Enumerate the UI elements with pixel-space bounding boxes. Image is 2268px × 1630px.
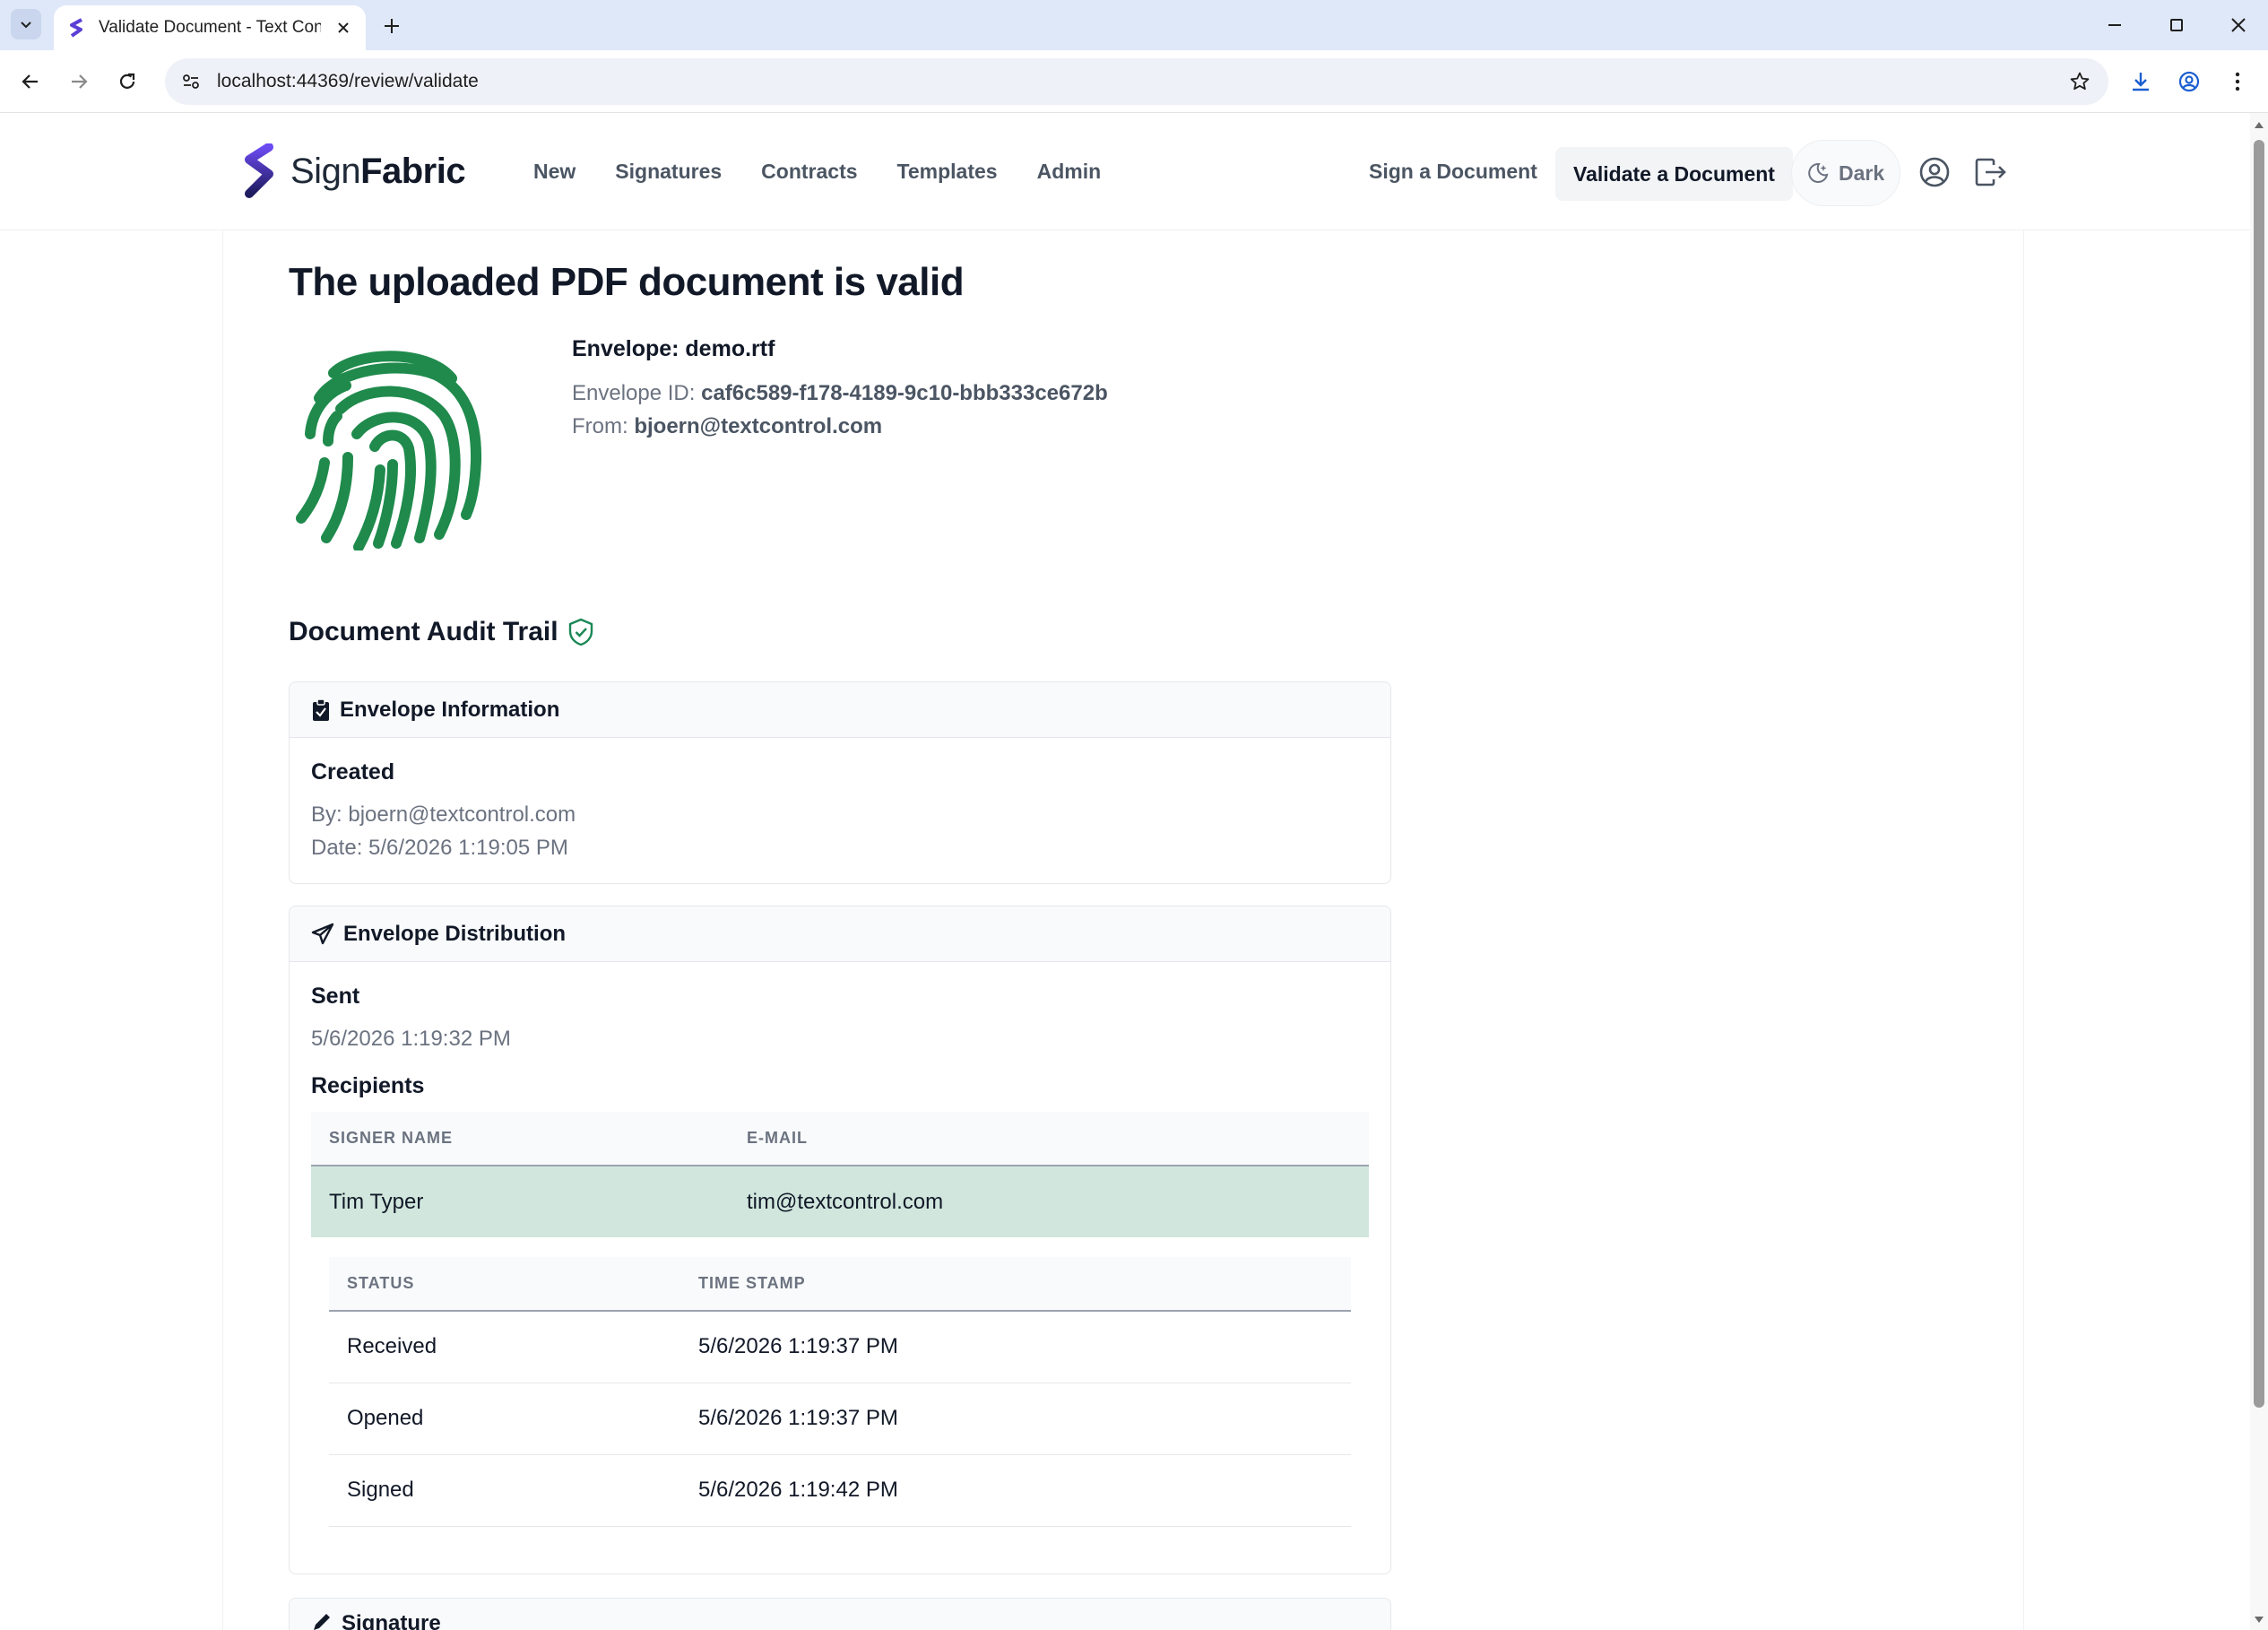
recipient-status-wrapper: Status Time Stamp Received 5/6/2026 1:19… — [311, 1237, 1369, 1527]
user-account-icon[interactable] — [1915, 152, 1954, 192]
signature-card: Signature — [289, 1598, 1391, 1630]
column-header-signer-name: Signer Name — [311, 1112, 729, 1166]
created-by: By: bjoern@textcontrol.com — [311, 802, 576, 827]
status-time: 5/6/2026 1:19:37 PM — [680, 1311, 1351, 1383]
brand-logo[interactable]: SignFabric — [242, 143, 466, 199]
tab-close-icon[interactable] — [333, 18, 353, 38]
envelope-distribution-card: Envelope Distribution Sent 5/6/2026 1:19… — [289, 906, 1391, 1574]
profile-icon[interactable] — [2173, 65, 2205, 98]
scroll-down-arrow-icon[interactable] — [2253, 1614, 2265, 1626]
fingerprint-icon — [296, 351, 482, 551]
audit-trail-heading: Document Audit Trail — [289, 617, 594, 647]
table-row: Opened 5/6/2026 1:19:37 PM — [329, 1383, 1351, 1455]
tab-search-button[interactable] — [11, 9, 41, 39]
recipients-heading: Recipients — [311, 1073, 425, 1098]
clipboard-check-icon — [313, 698, 329, 721]
envelope-from: bjoern@textcontrol.com — [634, 414, 883, 438]
table-row: Tim Typer tim@textcontrol.com — [311, 1166, 1369, 1237]
page-title: The uploaded PDF document is valid — [289, 260, 965, 304]
minimize-window-icon[interactable] — [2092, 7, 2137, 43]
nav-item-signatures[interactable]: Signatures — [615, 160, 722, 184]
close-window-icon[interactable] — [2216, 7, 2261, 43]
logout-icon[interactable] — [1971, 152, 2011, 192]
scroll-up-arrow-icon[interactable] — [2253, 118, 2265, 131]
brand-name: SignFabric — [290, 151, 466, 191]
envelope-distribution-header: Envelope Distribution — [290, 906, 1390, 962]
page-scrollbar[interactable] — [2250, 113, 2268, 1630]
nav-item-new[interactable]: New — [533, 160, 576, 184]
browser-tab-active[interactable]: Validate Document - Text Control — [54, 5, 366, 50]
bookmark-star-icon[interactable] — [2064, 65, 2096, 98]
column-header-email: E-Mail — [729, 1112, 1369, 1166]
status-time: 5/6/2026 1:19:42 PM — [680, 1454, 1351, 1527]
url-text: localhost:44369/review/validate — [217, 71, 479, 91]
new-tab-plus-icon[interactable] — [377, 11, 407, 41]
tab-title: Validate Document - Text Control — [99, 18, 321, 37]
envelope-information-header: Envelope Information — [290, 682, 1390, 738]
theme-toggle-button[interactable]: Dark — [1791, 140, 1900, 206]
column-header-status: Status — [329, 1257, 680, 1312]
browser-tabstrip: Validate Document - Text Control — [0, 0, 2268, 50]
status-table: Status Time Stamp Received 5/6/2026 1:19… — [329, 1257, 1351, 1527]
envelope-summary: Envelope: demo.rtf Envelope ID: caf6c589… — [572, 336, 1108, 443]
column-header-time-stamp: Time Stamp — [680, 1257, 1351, 1312]
envelope-from-line: From: bjoern@textcontrol.com — [572, 414, 883, 438]
nav-item-templates[interactable]: Templates — [897, 160, 998, 184]
signfabric-logo-icon — [245, 143, 273, 198]
signature-header: Signature — [290, 1599, 1390, 1630]
created-heading: Created — [311, 759, 395, 785]
envelope-title: Envelope: demo.rtf — [572, 336, 775, 361]
validate-document-link[interactable]: Validate a Document — [1555, 147, 1793, 201]
envelope-id-line: Envelope ID: caf6c589-f178-4189-9c10-bbb… — [572, 381, 1108, 405]
app-header: SignFabric New Signatures Contracts Temp… — [0, 113, 2250, 230]
maximize-window-icon[interactable] — [2154, 7, 2199, 43]
downloads-icon[interactable] — [2125, 65, 2157, 98]
reload-icon[interactable] — [111, 65, 143, 98]
site-settings-icon[interactable] — [177, 68, 204, 95]
status-value: Received — [329, 1311, 680, 1383]
address-bar[interactable]: localhost:44369/review/validate — [165, 58, 2108, 105]
moon-icon — [1808, 162, 1829, 183]
status-time: 5/6/2026 1:19:37 PM — [680, 1383, 1351, 1455]
envelope-id: caf6c589-f178-4189-9c10-bbb333ce672b — [701, 381, 1108, 405]
sign-document-link[interactable]: Sign a Document — [1369, 160, 1537, 184]
browser-toolbar: localhost:44369/review/validate — [0, 50, 2268, 113]
nav-item-admin[interactable]: Admin — [1037, 160, 1102, 184]
chevron-down-icon — [21, 22, 31, 29]
shield-check-icon — [568, 618, 593, 646]
signfabric-favicon-icon — [70, 18, 82, 38]
recipient-email: tim@textcontrol.com — [729, 1166, 1369, 1237]
status-value: Signed — [329, 1454, 680, 1527]
status-value: Opened — [329, 1383, 680, 1455]
theme-toggle-label: Dark — [1839, 160, 1885, 185]
forward-arrow-icon[interactable] — [63, 65, 95, 98]
recipients-table: Signer Name E-Mail Tim Typer tim@textcon… — [311, 1112, 1369, 1237]
sent-date: 5/6/2026 1:19:32 PM — [311, 1027, 511, 1051]
table-row: Received 5/6/2026 1:19:37 PM — [329, 1311, 1351, 1383]
table-row: Signed 5/6/2026 1:19:42 PM — [329, 1454, 1351, 1527]
browser-menu-icon[interactable] — [2221, 65, 2254, 98]
sent-heading: Sent — [311, 984, 360, 1009]
created-date: Date: 5/6/2026 1:19:05 PM — [311, 836, 568, 860]
send-paper-plane-icon — [311, 923, 334, 944]
recipient-name: Tim Typer — [311, 1166, 729, 1237]
main-nav: New Signatures Contracts Templates Admin — [533, 160, 1101, 184]
nav-item-contracts[interactable]: Contracts — [761, 160, 857, 184]
envelope-information-card: Envelope Information Created By: bjoern@… — [289, 681, 1391, 884]
pen-icon — [314, 1614, 330, 1630]
back-arrow-icon[interactable] — [14, 65, 47, 98]
scrollbar-thumb[interactable] — [2254, 140, 2264, 1408]
